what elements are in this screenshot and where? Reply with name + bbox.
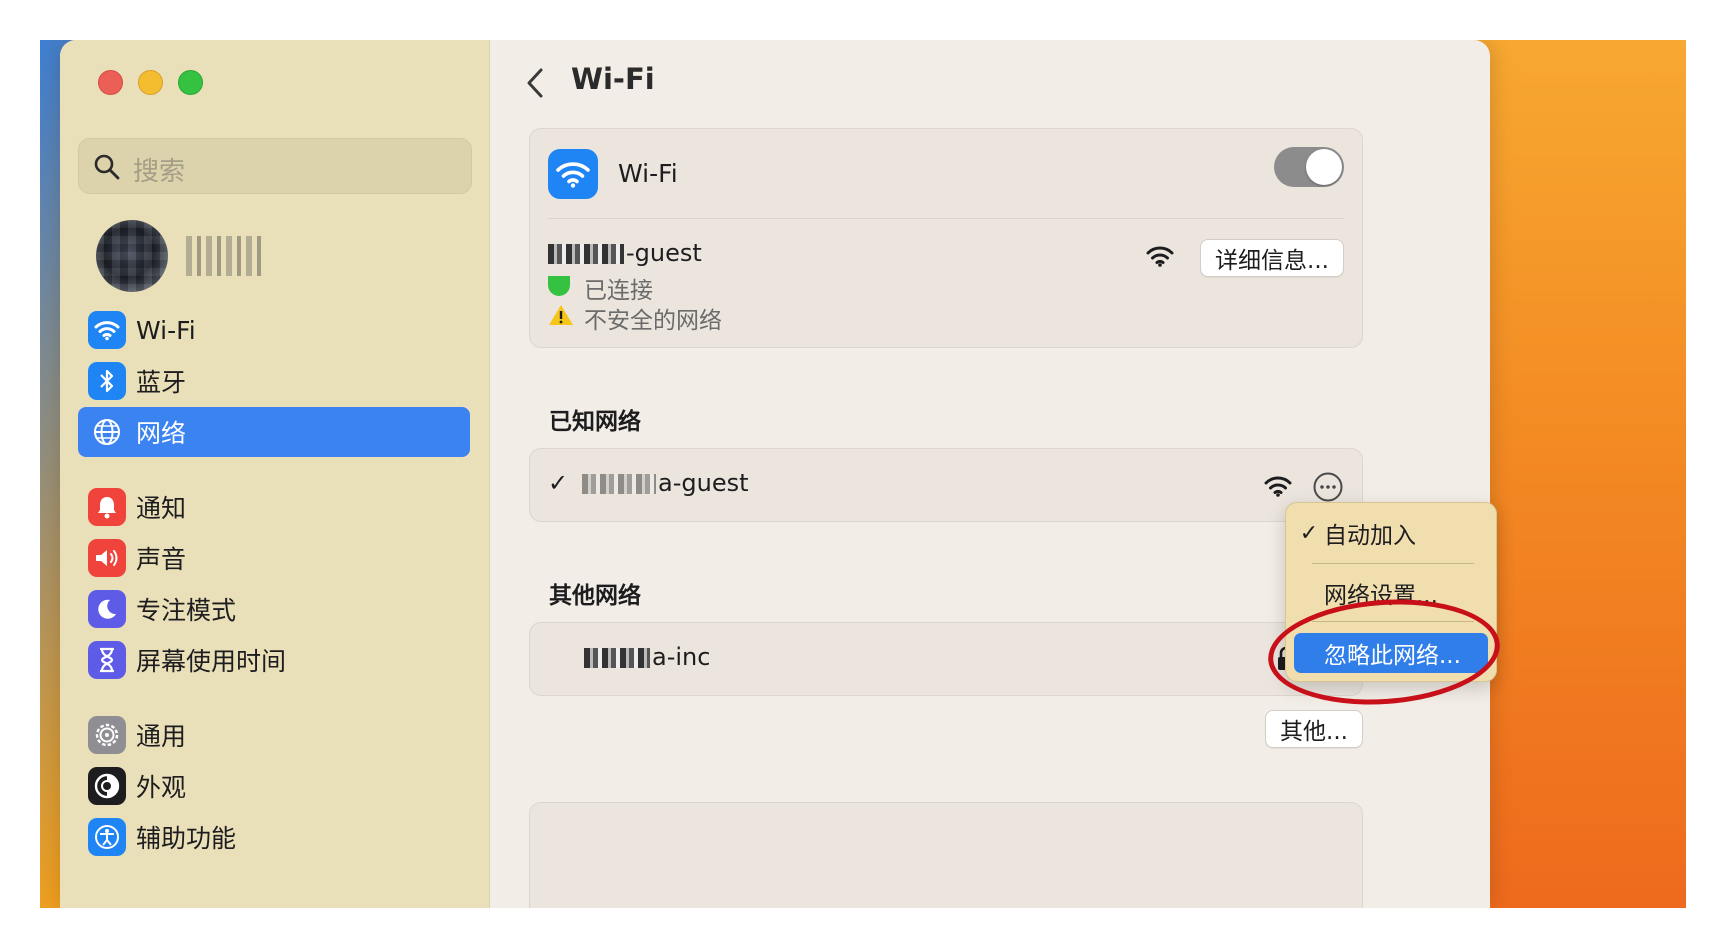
search-icon — [94, 154, 120, 180]
sidebar-item-label: 声音 — [136, 545, 187, 574]
wifi-status-card: Wi-Fi -guest 详细信息... 已连接 不安全的网络 — [529, 128, 1363, 348]
checkmark-icon: ✓ — [548, 469, 569, 497]
sidebar-item-label: 屏幕使用时间 — [136, 647, 287, 676]
sidebar-item-wifi[interactable]: Wi-Fi — [78, 305, 470, 355]
globe-icon — [88, 413, 126, 451]
wifi-toggle[interactable] — [1274, 147, 1344, 187]
wifi-icon — [88, 311, 126, 349]
gear-icon — [88, 716, 126, 754]
wifi-signal-icon — [1146, 246, 1174, 267]
sidebar-item-label: 蓝牙 — [136, 368, 187, 397]
sidebar-item-label: 专注模式 — [136, 596, 237, 625]
wifi-icon — [548, 149, 598, 199]
sidebar-item-label: Wi-Fi — [136, 315, 196, 345]
appearance-icon — [88, 767, 126, 805]
connected-status-icon — [548, 276, 570, 296]
sidebar-item-network[interactable]: 网络 — [78, 407, 470, 457]
search-field[interactable]: 搜索 — [78, 138, 472, 194]
menu-item-auto-join[interactable]: ✓ 自动加入 — [1294, 513, 1488, 553]
sidebar: 搜索 Wi-Fi 蓝牙 网络 通知 声音 专注模式 屏幕使用时间 通用 外观 辅… — [60, 40, 490, 908]
bluetooth-icon — [88, 362, 126, 400]
menu-item-label: 自动加入 — [1324, 523, 1416, 549]
desktop-background: 搜索 Wi-Fi 蓝牙 网络 通知 声音 专注模式 屏幕使用时间 通用 外观 辅… — [40, 40, 1686, 908]
sidebar-item-accessibility[interactable]: 辅助功能 — [78, 812, 470, 862]
sidebar-item-focus[interactable]: 专注模式 — [78, 584, 470, 634]
moon-icon — [88, 590, 126, 628]
redacted-name — [582, 474, 656, 494]
other-networks-heading: 其他网络 — [549, 583, 641, 609]
sidebar-item-bluetooth[interactable]: 蓝牙 — [78, 356, 470, 406]
user-name-redacted — [186, 236, 266, 276]
sidebar-item-label: 网络 — [136, 419, 187, 448]
sidebar-item-notifications[interactable]: 通知 — [78, 482, 470, 532]
minimize-window-button[interactable] — [138, 70, 163, 95]
current-network-name: -guest — [548, 239, 702, 267]
sidebar-item-label: 外观 — [136, 773, 187, 802]
more-options-icon[interactable] — [1312, 471, 1344, 503]
sidebar-item-sound[interactable]: 声音 — [78, 533, 470, 583]
checkmark-icon: ✓ — [1299, 520, 1319, 546]
network-name-suffix: a-guest — [658, 469, 749, 497]
toggle-knob — [1306, 149, 1342, 185]
divider — [548, 218, 1344, 219]
zoom-window-button[interactable] — [178, 70, 203, 95]
settings-card-partial — [529, 802, 1363, 908]
network-name-suffix: a-inc — [652, 643, 711, 671]
close-window-button[interactable] — [98, 70, 123, 95]
network-name-suffix: -guest — [626, 239, 702, 267]
user-avatar[interactable] — [96, 220, 168, 292]
hourglass-icon — [88, 641, 126, 679]
insecure-network-text: 不安全的网络 — [584, 308, 722, 334]
sidebar-item-label: 辅助功能 — [136, 824, 237, 853]
details-button[interactable]: 详细信息... — [1200, 239, 1344, 277]
other-network-row[interactable]: a-inc — [529, 622, 1363, 696]
search-placeholder: 搜索 — [133, 157, 186, 187]
other-network-button[interactable]: 其他... — [1265, 710, 1363, 748]
other-network-name: a-inc — [584, 643, 710, 671]
connected-status-text: 已连接 — [584, 278, 653, 304]
sidebar-item-screen-time[interactable]: 屏幕使用时间 — [78, 635, 470, 685]
bell-icon — [88, 488, 126, 526]
known-network-name: a-guest — [582, 469, 749, 497]
warning-icon — [549, 305, 573, 325]
back-chevron-icon[interactable] — [521, 66, 551, 100]
sidebar-item-appearance[interactable]: 外观 — [78, 761, 470, 811]
speaker-icon — [88, 539, 126, 577]
redacted-name — [584, 648, 650, 668]
accessibility-icon — [88, 818, 126, 856]
sidebar-item-general[interactable]: 通用 — [78, 710, 470, 760]
settings-window: 搜索 Wi-Fi 蓝牙 网络 通知 声音 专注模式 屏幕使用时间 通用 外观 辅… — [60, 40, 1490, 908]
content-pane: Wi-Fi Wi-Fi -guest 详细信息... 已连接 不安全的网络 已知… — [491, 40, 1490, 908]
sidebar-item-label: 通用 — [136, 722, 187, 751]
known-network-row[interactable]: ✓ a-guest — [529, 448, 1363, 522]
wifi-signal-icon — [1264, 476, 1292, 497]
sidebar-item-label: 通知 — [136, 494, 187, 523]
menu-separator — [1312, 563, 1474, 564]
redacted-name — [548, 244, 624, 264]
wifi-label: Wi-Fi — [618, 159, 678, 188]
page-title: Wi-Fi — [571, 62, 655, 96]
known-networks-heading: 已知网络 — [549, 409, 641, 435]
